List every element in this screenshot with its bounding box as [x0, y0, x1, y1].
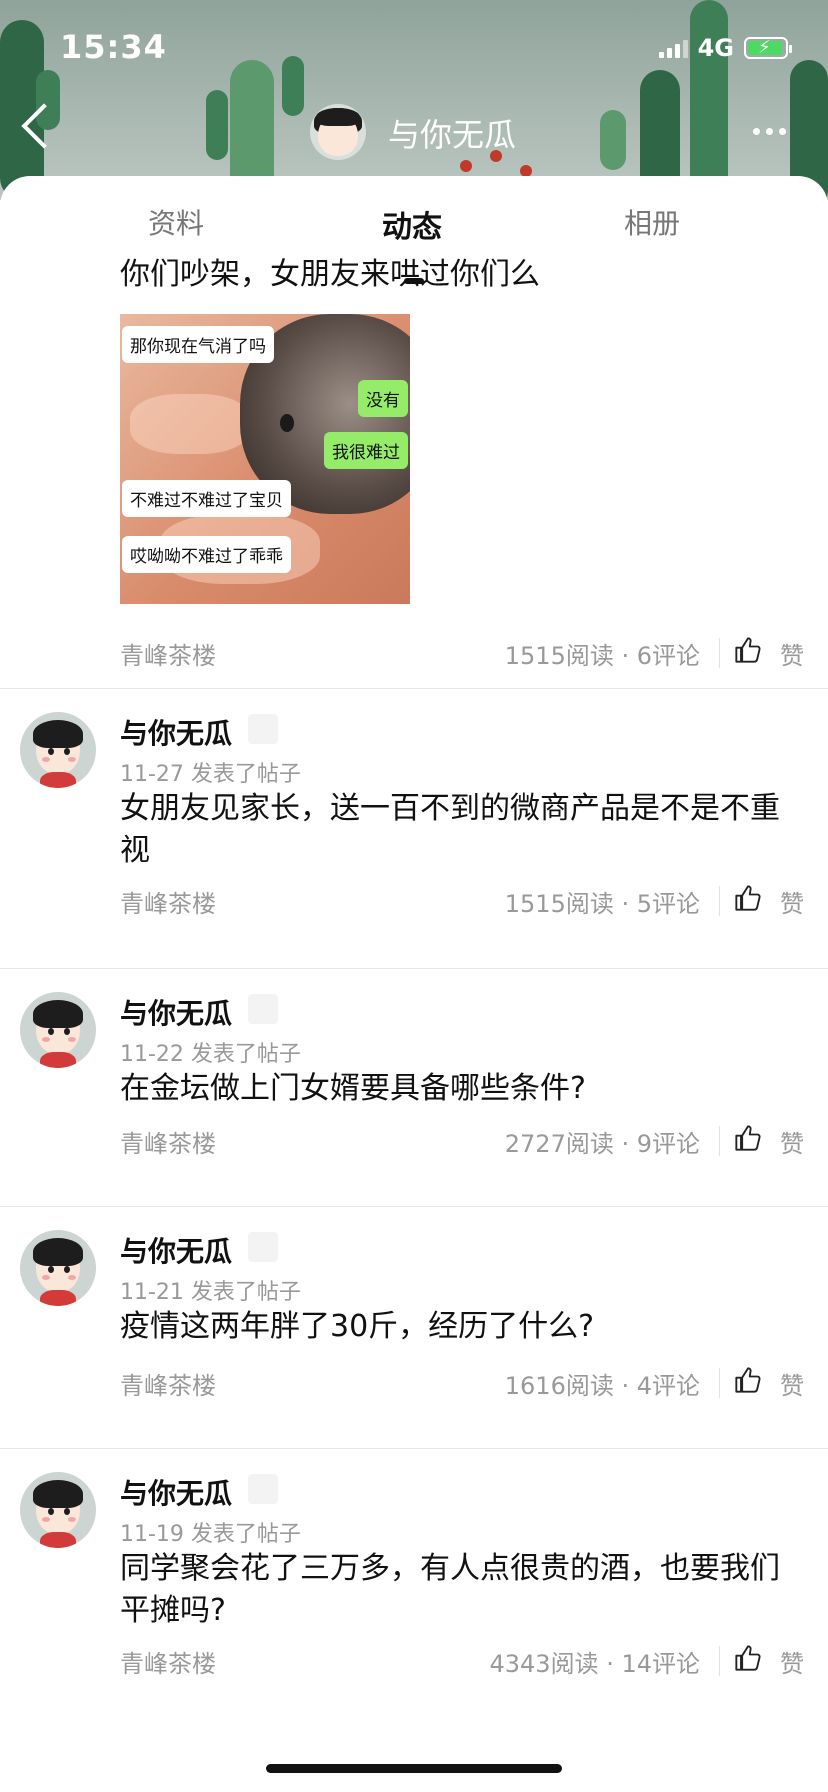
author-badge: [248, 1232, 278, 1262]
cactus-decoration: [282, 56, 304, 116]
tab-album[interactable]: 相册: [624, 202, 680, 242]
post-date: 11-19 发表了帖子: [120, 1522, 301, 1547]
battery-icon: ⚡: [744, 37, 792, 59]
thumbs-up-icon[interactable]: [734, 636, 762, 664]
meta-divider: [719, 638, 720, 668]
chat-bubble: 哎呦呦不难过了乖乖: [122, 536, 291, 573]
signal-icon: [658, 38, 688, 58]
post-stats: 1515阅读 · 6评论: [504, 642, 700, 670]
post-meta: 青峰茶楼 4343阅读 · 14评论 赞: [0, 1644, 828, 1684]
more-dots-icon[interactable]: [753, 128, 786, 135]
like-label[interactable]: 赞: [780, 636, 804, 671]
status-time: 15:34: [60, 28, 167, 66]
content-card: 资料 动态 相册 你们吵架，女朋友来哄过你们么 那你现在气消了吗 没有 我很难过…: [0, 176, 828, 1792]
feed-post[interactable]: 与你无瓜 11-21 发表了帖子 疫情这两年胖了30斤，经历了什么? 青峰茶楼 …: [0, 1206, 828, 1448]
post-author[interactable]: 与你无瓜: [120, 992, 232, 1032]
post-author[interactable]: 与你无瓜: [120, 1230, 232, 1270]
post-source[interactable]: 青峰茶楼: [120, 1366, 216, 1401]
post-date: 11-27 发表了帖子: [120, 762, 301, 787]
avatar[interactable]: [20, 712, 96, 788]
post-text: 你们吵架，女朋友来哄过你们么: [120, 257, 540, 292]
like-label[interactable]: 赞: [780, 1366, 804, 1401]
tab-bar: 资料 动态 相册: [0, 202, 828, 284]
author-badge: [248, 1474, 278, 1504]
like-label[interactable]: 赞: [780, 1644, 804, 1679]
post-date: 11-22 发表了帖子: [120, 1042, 301, 1067]
feed-post[interactable]: 与你无瓜 11-22 发表了帖子 在金坛做上门女婿要具备哪些条件? 青峰茶楼 2…: [0, 968, 828, 1206]
avatar[interactable]: [20, 1230, 96, 1306]
cactus-decoration: [600, 110, 626, 170]
meta-divider: [719, 1126, 720, 1156]
post-meta: 青峰茶楼 1515阅读 · 5评论 赞: [0, 884, 828, 924]
post-text: 女朋友见家长，送一百不到的微商产品是不是不重视: [120, 791, 780, 868]
feed-post[interactable]: 与你无瓜 11-27 发表了帖子 女朋友见家长，送一百不到的微商产品是不是不重视…: [0, 688, 828, 932]
post-meta: 青峰茶楼 1616阅读 · 4评论 赞: [0, 1366, 828, 1406]
post-author[interactable]: 与你无瓜: [120, 1472, 232, 1512]
post-text: 疫情这两年胖了30斤，经历了什么?: [120, 1309, 595, 1344]
post-stats: 1616阅读 · 4评论: [504, 1372, 700, 1400]
post-stats: 1515阅读 · 5评论: [504, 890, 700, 918]
chat-bubble: 不难过不难过了宝贝: [122, 480, 291, 517]
thumbs-up-icon[interactable]: [734, 1124, 762, 1152]
flower-decoration: [460, 160, 472, 172]
post-meta: 青峰茶楼 2727阅读 · 9评论 赞: [0, 1124, 828, 1164]
post-source[interactable]: 青峰茶楼: [120, 1644, 216, 1679]
chat-bubble: 我很难过: [324, 432, 408, 469]
cactus-decoration: [690, 0, 728, 200]
thumbs-up-icon[interactable]: [734, 1644, 762, 1672]
chat-bubble: 没有: [358, 380, 408, 417]
status-indicators: 4G ⚡: [658, 34, 792, 62]
post-stats: 2727阅读 · 9评论: [504, 1130, 700, 1158]
post-text: 同学聚会花了三万多，有人点很贵的酒，也要我们平摊吗?: [120, 1551, 780, 1628]
post-meta: 青峰茶楼 1515阅读 · 6评论 赞: [0, 636, 828, 676]
post-source[interactable]: 青峰茶楼: [120, 636, 216, 671]
meta-divider: [719, 1368, 720, 1398]
meta-divider: [719, 886, 720, 916]
avatar[interactable]: [20, 992, 96, 1068]
post-author[interactable]: 与你无瓜: [120, 712, 232, 752]
post-stats: 4343阅读 · 14评论: [489, 1650, 700, 1678]
author-badge: [248, 714, 278, 744]
network-label: 4G: [697, 34, 734, 62]
tab-profile[interactable]: 资料: [148, 202, 204, 242]
avatar[interactable]: [20, 1472, 96, 1548]
feed-post[interactable]: 与你无瓜 11-19 发表了帖子 同学聚会花了三万多，有人点很贵的酒，也要我们平…: [0, 1448, 828, 1738]
post-source[interactable]: 青峰茶楼: [120, 884, 216, 919]
header-avatar[interactable]: [310, 104, 366, 160]
post-text: 在金坛做上门女婿要具备哪些条件?: [120, 1071, 586, 1106]
thumbs-up-icon[interactable]: [734, 884, 762, 912]
meta-divider: [719, 1646, 720, 1676]
thumbs-up-icon[interactable]: [734, 1366, 762, 1394]
author-badge: [248, 994, 278, 1024]
tab-feed[interactable]: 动态: [382, 202, 442, 246]
post-image[interactable]: 那你现在气消了吗 没有 我很难过 不难过不难过了宝贝 哎呦呦不难过了乖乖: [120, 314, 410, 604]
home-indicator: [266, 1764, 562, 1773]
post-source[interactable]: 青峰茶楼: [120, 1124, 216, 1159]
like-label[interactable]: 赞: [780, 1124, 804, 1159]
post-date: 11-21 发表了帖子: [120, 1280, 301, 1305]
cactus-decoration: [206, 90, 228, 160]
like-label[interactable]: 赞: [780, 884, 804, 919]
chat-bubble: 那你现在气消了吗: [122, 326, 274, 363]
header-title: 与你无瓜: [388, 116, 517, 154]
